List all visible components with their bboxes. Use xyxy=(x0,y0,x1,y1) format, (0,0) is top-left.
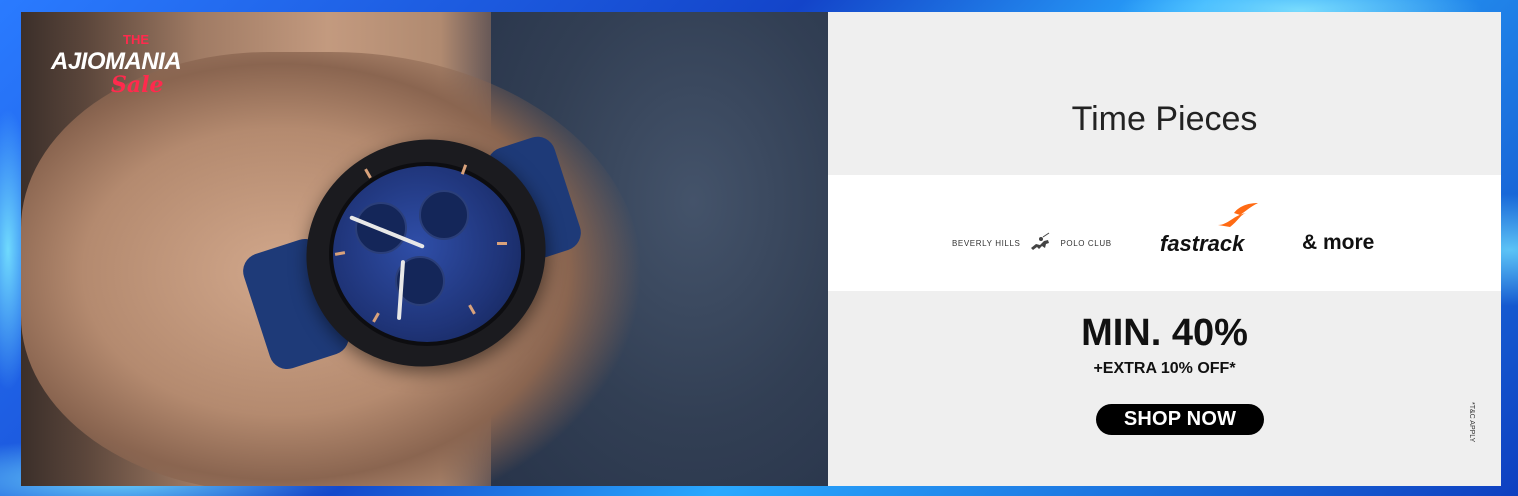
watch-dial xyxy=(329,162,525,346)
hero-photo[interactable]: THE AJIOMANIA Sale xyxy=(21,12,828,486)
bhpc-text-left: BEVERLY HILLS xyxy=(952,238,1021,248)
shop-now-button[interactable]: SHOP NOW xyxy=(1096,404,1264,435)
fastrack-wordmark: fastrack xyxy=(1160,231,1245,256)
discount-headline: MIN. 40% xyxy=(1081,312,1248,354)
brand-fastrack-logo[interactable]: fastrack xyxy=(1160,203,1270,256)
and-more-text: & more xyxy=(1302,231,1375,254)
logo-sale-text: Sale xyxy=(111,72,164,98)
fastrack-wing-icon xyxy=(1216,201,1260,231)
watch-marker xyxy=(497,242,507,245)
logo-the-text: THE xyxy=(123,32,149,47)
offer-panel: Time Pieces BEVERLY HILLS POLO CLUB fast… xyxy=(828,12,1501,486)
bhpc-text-right: POLO CLUB xyxy=(1060,238,1112,248)
brand-bhpc-logo[interactable]: BEVERLY HILLS POLO CLUB xyxy=(952,231,1112,255)
extra-discount-text: +EXTRA 10% OFF* xyxy=(1093,360,1236,377)
brand-strip: BEVERLY HILLS POLO CLUB fastrack & more xyxy=(828,175,1501,291)
watch-subdial-right xyxy=(419,190,469,240)
polo-horse-icon xyxy=(1028,231,1052,255)
ajiomania-sale-logo: THE AJIOMANIA Sale xyxy=(47,30,227,100)
terms-note: *T&C APPLY xyxy=(1468,402,1475,443)
category-title: Time Pieces xyxy=(1071,100,1258,138)
